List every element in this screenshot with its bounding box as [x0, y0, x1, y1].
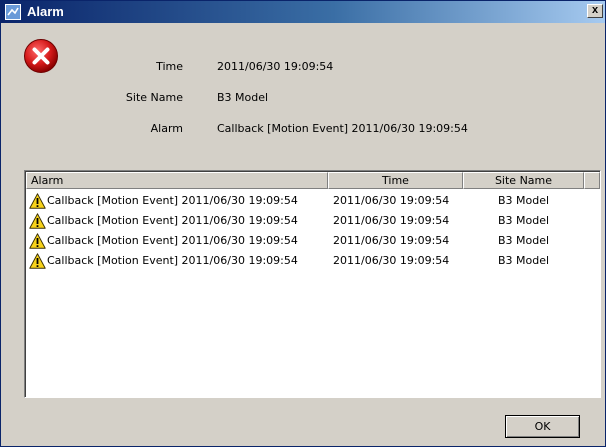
close-button[interactable]: x [587, 4, 603, 18]
warning-icon [29, 193, 46, 209]
column-header-alarm[interactable]: Alarm [26, 172, 328, 189]
detail-alarm-value: Callback [Motion Event] 2011/06/30 19:09… [217, 122, 468, 135]
close-icon: x [591, 4, 599, 16]
cell-time: 2011/06/30 19:09:54 [333, 194, 450, 207]
title-bar[interactable]: Alarm x [1, 1, 605, 23]
detail-alarm-label: Alarm [150, 122, 183, 135]
cell-time: 2011/06/30 19:09:54 [333, 234, 450, 247]
table-row[interactable]: Callback [Motion Event] 2011/06/30 19:09… [26, 191, 600, 211]
detail-time-row: Time 2011/06/30 19:09:54 [1, 59, 601, 75]
cell-site-name: B3 Model [498, 254, 550, 267]
cell-alarm: Callback [Motion Event] 2011/06/30 19:09… [47, 214, 298, 227]
cell-alarm: Callback [Motion Event] 2011/06/30 19:09… [47, 194, 298, 207]
detail-time-label: Time [156, 60, 183, 73]
column-header-time[interactable]: Time [328, 172, 463, 189]
detail-site-value: B3 Model [217, 91, 269, 104]
cell-time: 2011/06/30 19:09:54 [333, 214, 450, 227]
column-header-site-name[interactable]: Site Name [463, 172, 584, 189]
ok-button[interactable]: OK [505, 415, 580, 438]
cell-alarm: Callback [Motion Event] 2011/06/30 19:09… [47, 254, 298, 267]
detail-site-row: Site Name B3 Model [1, 90, 601, 106]
warning-icon [29, 233, 46, 249]
cell-alarm: Callback [Motion Event] 2011/06/30 19:09… [47, 234, 298, 247]
cell-site-name: B3 Model [498, 214, 550, 227]
list-body: Callback [Motion Event] 2011/06/30 19:09… [26, 191, 600, 271]
table-row[interactable]: Callback [Motion Event] 2011/06/30 19:09… [26, 231, 600, 251]
alarm-dialog: Alarm x Time 2011/06/30 19:09:54 Site Na… [0, 0, 606, 447]
detail-site-label: Site Name [125, 91, 183, 104]
cell-time: 2011/06/30 19:09:54 [333, 254, 450, 267]
ok-button-label: OK [534, 420, 551, 433]
table-row[interactable]: Callback [Motion Event] 2011/06/30 19:09… [26, 211, 600, 231]
detail-alarm-row: Alarm Callback [Motion Event] 2011/06/30… [1, 121, 601, 137]
cell-site-name: B3 Model [498, 234, 550, 247]
alarm-list[interactable]: Alarm Time Site Name Callback [Motion Ev… [24, 170, 601, 398]
app-icon [5, 4, 21, 20]
warning-icon [29, 253, 46, 269]
cell-site-name: B3 Model [498, 194, 550, 207]
window-title: Alarm [27, 4, 64, 19]
list-header: Alarm Time Site Name [26, 172, 600, 189]
column-header-filler [584, 172, 600, 189]
warning-icon [29, 213, 46, 229]
table-row[interactable]: Callback [Motion Event] 2011/06/30 19:09… [26, 251, 600, 271]
detail-time-value: 2011/06/30 19:09:54 [217, 60, 334, 73]
